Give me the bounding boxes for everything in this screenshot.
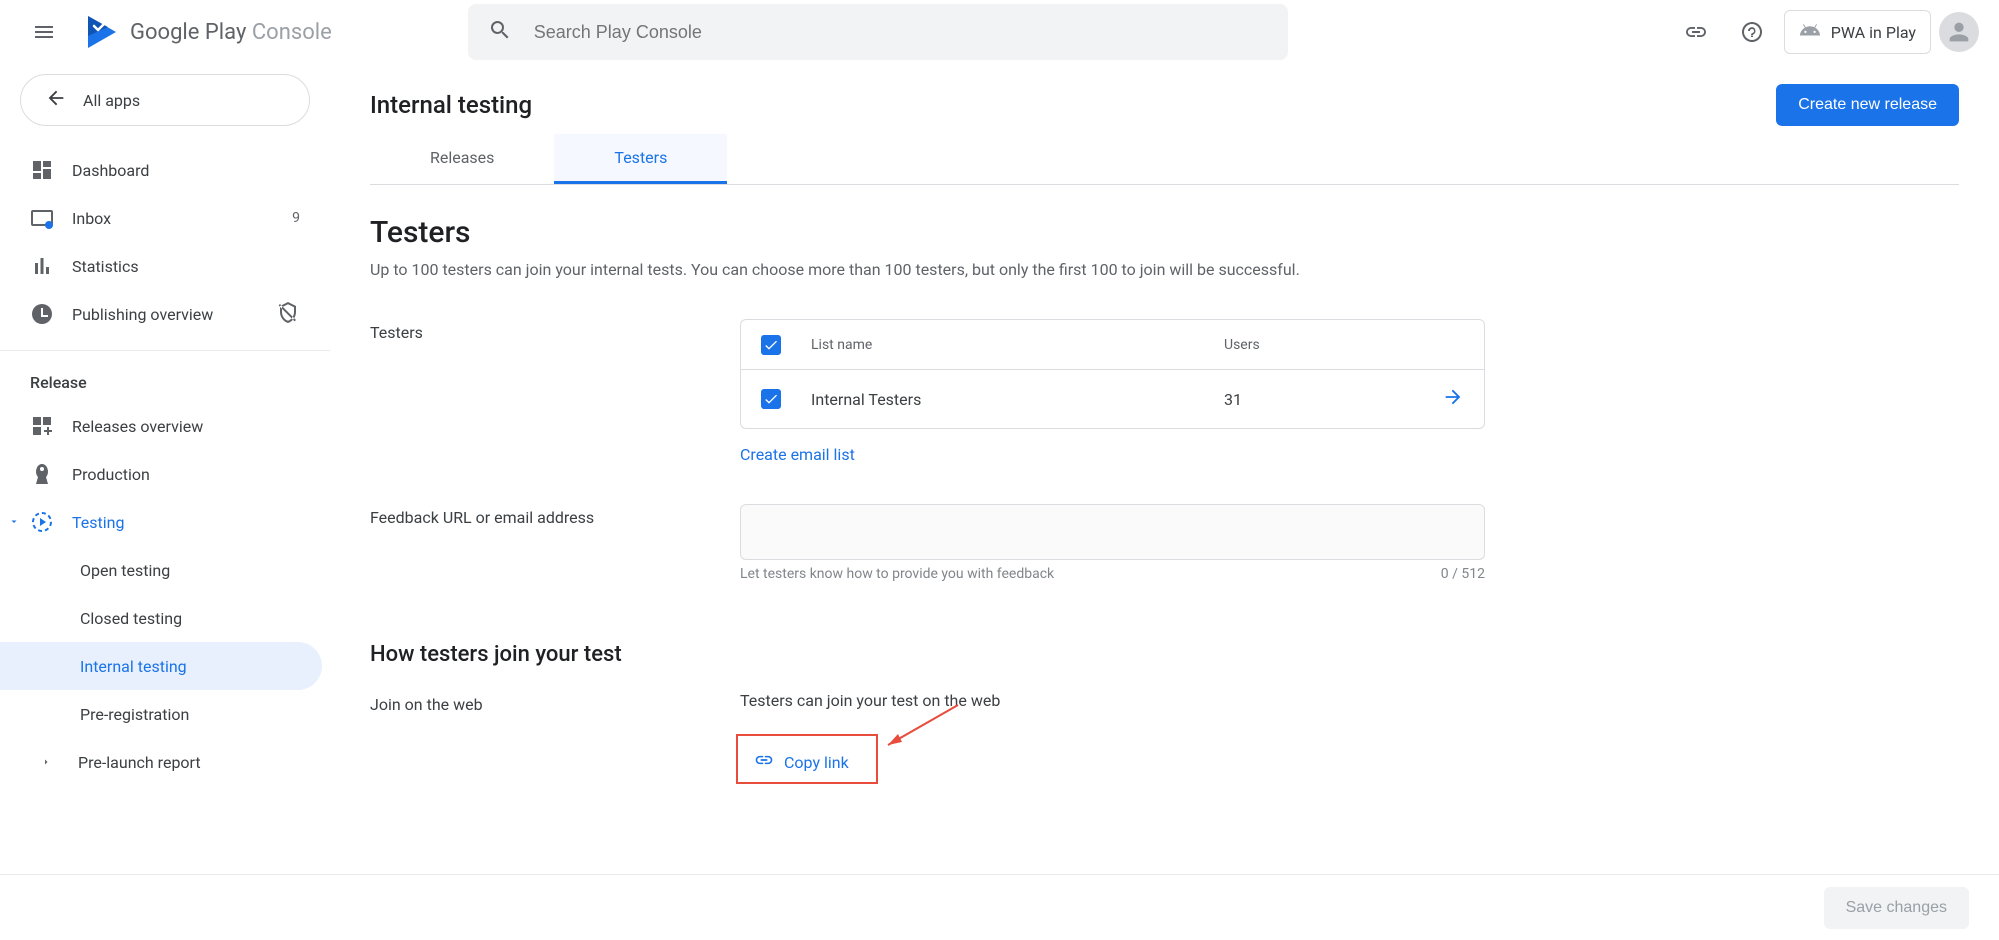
tab-releases[interactable]: Releases: [370, 134, 554, 184]
play-console-logo-icon: [84, 14, 120, 50]
col-users: Users: [1224, 337, 1424, 353]
nav-pre-launch-report[interactable]: Pre-launch report: [0, 738, 330, 786]
join-section-title: How testers join your test: [370, 642, 1959, 667]
testers-table: List name Users Internal Testers 31: [740, 319, 1485, 429]
nav-internal-testing[interactable]: Internal testing: [0, 642, 322, 690]
feedback-helper: Let testers know how to provide you with…: [740, 566, 1054, 582]
menu-icon[interactable]: [20, 8, 68, 56]
link-icon: [754, 750, 774, 774]
section-title: Testers: [370, 215, 1959, 250]
chevron-right-icon: [40, 753, 52, 772]
nav-statistics[interactable]: Statistics: [0, 242, 330, 290]
arrow-right-icon[interactable]: [1424, 386, 1464, 412]
avatar[interactable]: [1939, 12, 1979, 52]
help-icon[interactable]: [1728, 8, 1776, 56]
publish-disabled-icon: [276, 300, 300, 328]
section-desc: Up to 100 testers can join your internal…: [370, 260, 1959, 279]
chevron-down-icon: [8, 513, 20, 532]
feedback-label: Feedback URL or email address: [370, 504, 740, 582]
col-list-name: List name: [811, 337, 1224, 353]
search-box[interactable]: [468, 4, 1288, 60]
page-title: Internal testing: [370, 91, 532, 119]
all-apps-button[interactable]: All apps: [20, 74, 310, 126]
feedback-counter: 0 / 512: [1441, 566, 1485, 582]
search-icon: [488, 18, 512, 46]
testers-label: Testers: [370, 319, 740, 464]
logo[interactable]: Google Play Console: [84, 14, 332, 50]
nav-inbox[interactable]: Inbox 9: [0, 194, 330, 242]
save-changes-button[interactable]: Save changes: [1824, 887, 1969, 929]
nav-production[interactable]: Production: [0, 450, 330, 498]
create-release-button[interactable]: Create new release: [1776, 84, 1959, 126]
inbox-badge: 9: [292, 210, 300, 226]
nav-open-testing[interactable]: Open testing: [0, 546, 330, 594]
create-email-list-link[interactable]: Create email list: [740, 445, 855, 464]
nav-publishing-overview[interactable]: Publishing overview: [0, 290, 330, 338]
feedback-input[interactable]: [740, 504, 1485, 560]
join-label: Join on the web: [370, 691, 740, 784]
nav-closed-testing[interactable]: Closed testing: [0, 594, 330, 642]
join-desc: Testers can join your test on the web: [740, 691, 1485, 710]
row-checkbox[interactable]: [761, 389, 781, 409]
nav-dashboard[interactable]: Dashboard: [0, 146, 330, 194]
footer: Save changes: [0, 874, 1999, 940]
nav-pre-registration[interactable]: Pre-registration: [0, 690, 330, 738]
app-name: PWA in Play: [1831, 23, 1916, 42]
app-switcher[interactable]: PWA in Play: [1784, 10, 1931, 54]
tabs: Releases Testers: [370, 134, 1959, 185]
row-users: 31: [1224, 390, 1424, 409]
section-release: Release: [0, 363, 330, 402]
select-all-checkbox[interactable]: [761, 335, 781, 355]
sidebar: All apps Dashboard Inbox 9 Statistics Pu…: [0, 64, 330, 792]
nav-releases-overview[interactable]: Releases overview: [0, 402, 330, 450]
copy-link-button[interactable]: Copy link: [740, 740, 863, 784]
nav-testing[interactable]: Testing: [0, 498, 330, 546]
arrow-left-icon: [45, 87, 67, 113]
tab-testers[interactable]: Testers: [554, 134, 727, 184]
robot-icon: [1799, 19, 1821, 45]
link-icon[interactable]: [1672, 8, 1720, 56]
logo-text: Google Play Console: [130, 20, 332, 45]
row-list-name: Internal Testers: [811, 390, 1224, 409]
table-row[interactable]: Internal Testers 31: [741, 370, 1484, 428]
search-input[interactable]: [532, 21, 1268, 44]
